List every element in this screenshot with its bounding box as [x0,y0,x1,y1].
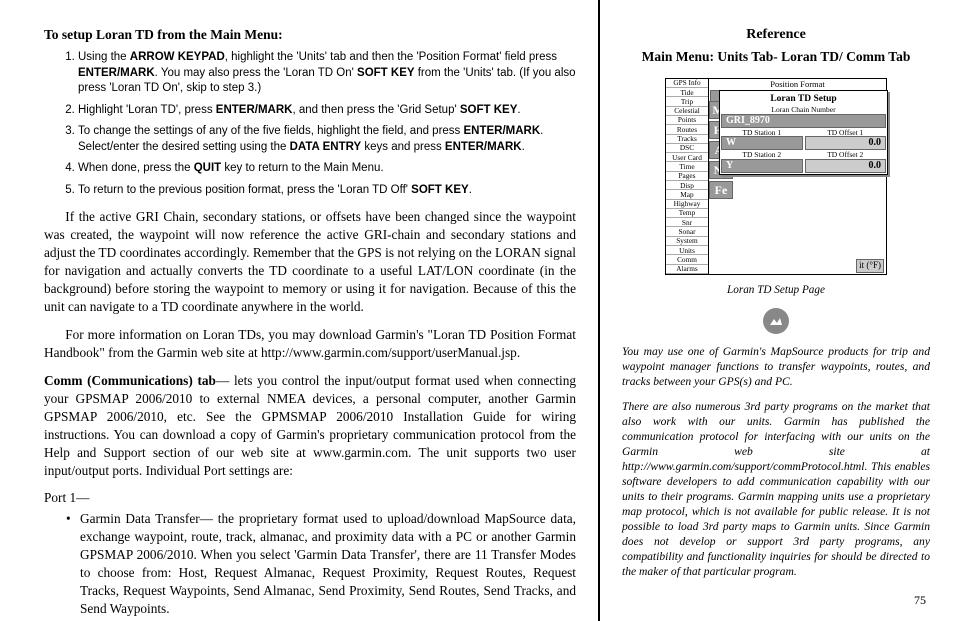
td-offset-1-label: TD Offset 1 [805,129,887,137]
sidebar-para-3rdparty: There are also numerous 3rd party progra… [622,399,930,580]
dialog-title: Loran TD Setup [721,92,886,106]
td-station-1-label: TD Station 1 [721,129,803,137]
gps-tab: Routes [666,125,708,134]
gps-tab: Units [666,246,708,255]
setup-steps: Using the ARROW KEYPAD, highlight the 'U… [44,50,576,198]
para-gri-chain: If the active GRI Chain, secondary stati… [44,208,576,316]
td-station-2-value: Y [721,159,803,173]
td-station-1-value: W [721,136,803,150]
gps-tab: Comm [666,255,708,264]
gps-tab: Pages [666,172,708,181]
sidebar-para-mapsource: You may use one of Garmin's MapSource pr… [622,344,930,389]
sidebar-column: Reference Main Menu: Units Tab- Loran TD… [600,0,954,621]
step-4: When done, press the QUIT key to return … [78,161,576,177]
gps-tab: Highway [666,200,708,209]
gps-tab: User Card [666,153,708,162]
position-format-label: Position Format [709,79,886,90]
para-comm-tab: Comm (Communications) tab— lets you cont… [44,372,576,480]
unit-fragment: it (°F) [856,259,884,273]
gps-tab: Points [666,116,708,125]
reference-subheading: Main Menu: Units Tab- Loran TD/ Comm Tab [622,48,930,66]
gps-tab: Sonar [666,227,708,236]
step-2: Highlight 'Loran TD', press ENTER/MARK, … [78,103,576,119]
gps-tab: System [666,237,708,246]
gps-main-panel: Position Format Loran TD MaHeAtNaFe Lora… [709,79,886,274]
gps-figure: GPS InfoTideTripCelestialPointsRoutesTra… [622,78,930,275]
chain-value: GRI_8970 [721,114,886,128]
port-1-bullets: Garmin Data Transfer— the proprietary fo… [44,510,576,618]
gps-tab: Tide [666,88,708,97]
gps-tab: Temp [666,209,708,218]
main-text-column: To setup Loran TD from the Main Menu: Us… [0,0,600,621]
gps-tab: Trip [666,97,708,106]
gps-tab: Alarms [666,265,708,274]
gps-tab: Time [666,162,708,171]
bullet-garmin-transfer: Garmin Data Transfer— the proprietary fo… [80,510,576,618]
step-5: To return to the previous position forma… [78,183,576,199]
tip-icon [763,308,789,334]
step-3: To change the settings of any of the fiv… [78,124,576,155]
td-station-2-label: TD Station 2 [721,151,803,159]
port-1-label: Port 1— [44,489,576,507]
gps-screen: GPS InfoTideTripCelestialPointsRoutesTra… [665,78,887,275]
td-offset-2-label: TD Offset 2 [805,151,887,159]
gps-tab: GPS Info [666,79,708,88]
figure-caption: Loran TD Setup Page [622,283,930,298]
gps-tab: Tracks [666,135,708,144]
gps-tab-list: GPS InfoTideTripCelestialPointsRoutesTra… [666,79,709,274]
loran-td-dialog: Loran TD Setup Loran Chain Number GRI_89… [719,90,888,175]
page-number: 75 [914,593,926,609]
step-1: Using the ARROW KEYPAD, highlight the 'U… [78,50,576,97]
para-more-info: For more information on Loran TDs, you m… [44,326,576,362]
gps-tab: DSC [666,144,708,153]
reference-heading: Reference [622,26,930,44]
chain-label: Loran Chain Number [721,106,886,114]
gps-tab: Map [666,190,708,199]
gps-tab: Celestial [666,107,708,116]
setup-heading: To setup Loran TD from the Main Menu: [44,26,576,44]
td-offset-2-value: 0.0 [805,159,887,173]
gps-tab: Disp [666,181,708,190]
td-offset-1-value: 0.0 [805,136,887,150]
gps-tab: Snr [666,218,708,227]
